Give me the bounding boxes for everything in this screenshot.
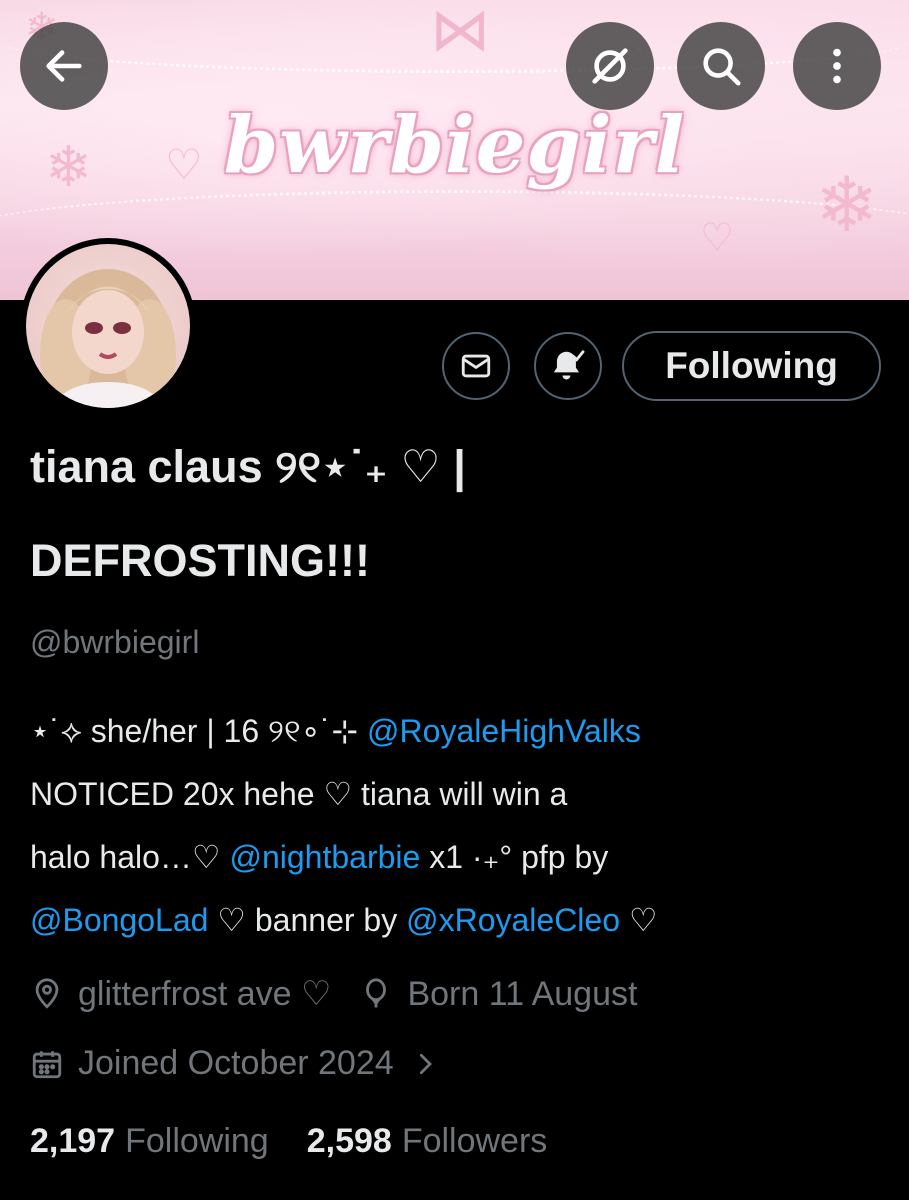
joined-item: Joined October 2024	[30, 1044, 454, 1083]
follow-stats: 2,197 Following 2,598 Followers	[30, 1122, 585, 1161]
followers-label: Followers	[401, 1122, 548, 1160]
joined-text: Joined October 2024	[78, 1044, 394, 1082]
joined-row[interactable]: Joined October 2024	[30, 1044, 482, 1083]
profile-meta: glitterfrost ave ♡ Born 11 August	[30, 974, 665, 1014]
avatar-image	[26, 244, 190, 408]
search-button[interactable]	[677, 22, 765, 110]
profile-bio: ⋆˙⟡ she/her | 16 ୨୧∘˙⊹ @RoyaleHighValks …	[30, 700, 890, 952]
location-text: glitterfrost ave ♡	[78, 975, 332, 1013]
notifications-button[interactable]	[534, 332, 602, 400]
balloon-icon	[366, 978, 387, 1008]
user-handle: @bwrbiegirl	[30, 624, 200, 660]
display-name-line: DEFROSTING!!!	[30, 535, 370, 586]
location-item: glitterfrost ave ♡	[30, 974, 331, 1014]
bio-line: ⋆˙⟡ she/her | 16 ୨୧∘˙⊹ @RoyaleHighValks	[30, 700, 890, 763]
bio-line: @BongoLad ♡ banner by @xRoyaleCleo ♡	[30, 889, 890, 952]
mention-link[interactable]: @xRoyaleCleo	[406, 902, 620, 938]
birthday-item: Born 11 August	[359, 975, 637, 1014]
banner-title: bwrbiegirl	[223, 100, 686, 191]
bow-icon: ⋈	[430, 0, 490, 65]
more-vertical-icon	[833, 48, 841, 84]
bell-check-icon	[553, 350, 585, 380]
slashed-circle-icon	[592, 48, 628, 84]
location-pin-icon	[35, 978, 59, 1009]
bio-text: ♡	[620, 902, 658, 938]
followers-stat[interactable]: 2,598 Followers	[307, 1122, 548, 1161]
avatar[interactable]	[20, 238, 196, 414]
calendar-icon	[32, 1050, 62, 1078]
following-button[interactable]: Following	[622, 331, 881, 401]
bio-line: halo halo…♡ @nightbarbie x1 ·₊° pfp by	[30, 826, 890, 889]
envelope-icon	[461, 354, 491, 378]
bio-text: ♡ banner by	[208, 902, 407, 938]
following-label: Following	[125, 1122, 269, 1160]
back-button[interactable]	[20, 22, 108, 110]
birthday-text: Born 11 August	[407, 974, 638, 1013]
bio-text: ⋆˙⟡ she/her | 16 ୨୧∘˙⊹	[30, 713, 368, 749]
following-count: 2,197	[30, 1122, 116, 1160]
mention-link[interactable]: @RoyaleHighValks	[367, 713, 641, 749]
mention-link[interactable]: @nightbarbie	[229, 839, 420, 875]
grok-button[interactable]	[566, 22, 654, 110]
more-button[interactable]	[793, 22, 881, 110]
following-stat[interactable]: 2,197 Following	[30, 1122, 269, 1161]
bio-line: NOTICED 20x hehe ♡ tiana will win a	[30, 763, 890, 826]
bio-text: NOTICED 20x hehe ♡ tiana will win a	[30, 776, 568, 812]
bio-text: x1 ·₊° pfp by	[420, 839, 609, 875]
arrow-left-icon	[46, 50, 82, 82]
mention-link[interactable]: @BongoLad	[30, 902, 208, 938]
display-name-line: tiana claus ୨୧⋆˙₊ ♡ |	[30, 441, 466, 492]
followers-count: 2,598	[306, 1122, 392, 1160]
search-icon	[703, 48, 741, 86]
chevron-right-icon	[419, 1053, 432, 1074]
display-name: tiana claus ୨୧⋆˙₊ ♡ | DEFROSTING!!!	[30, 438, 880, 590]
message-button[interactable]	[442, 332, 510, 400]
bio-text: halo halo…♡	[30, 839, 230, 875]
heart-icon: ♡	[700, 215, 735, 259]
